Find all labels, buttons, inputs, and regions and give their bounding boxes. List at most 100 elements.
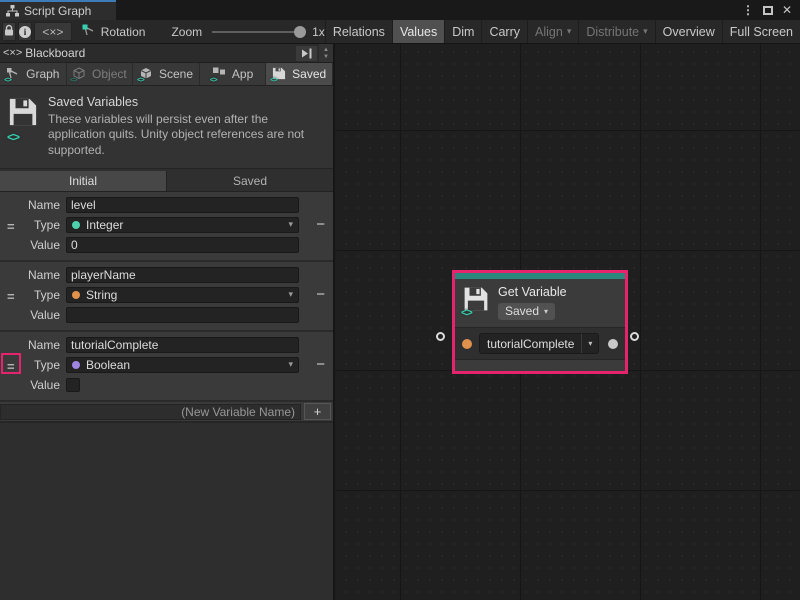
name-label: Name <box>0 338 66 352</box>
dock-panel-icon[interactable] <box>296 46 317 61</box>
window-controls: ⋮ ✕ <box>742 0 800 20</box>
code-preview-button[interactable]: <×> <box>34 22 72 41</box>
drag-handle-icon[interactable]: = <box>7 219 15 234</box>
overview-button[interactable]: Overview <box>655 20 722 43</box>
lock-button[interactable] <box>2 22 16 41</box>
remove-variable-button[interactable]: − <box>316 357 325 372</box>
remove-variable-button[interactable]: − <box>316 287 325 302</box>
tab-scene[interactable]: <> Scene <box>133 63 200 85</box>
value-output-port[interactable] <box>608 339 618 349</box>
chevron-down-icon: ▾ <box>643 26 648 37</box>
integer-type-dot <box>72 221 80 229</box>
angle-brackets-icon: <×> <box>3 47 22 59</box>
inspect-button[interactable]: i <box>18 22 32 41</box>
window-menu-icon[interactable]: ⋮ <box>742 3 754 17</box>
tab-graph[interactable]: <> Graph <box>0 63 67 85</box>
drag-handle-icon[interactable]: = <box>7 289 15 304</box>
maximize-icon[interactable] <box>763 6 773 15</box>
zoom-slider[interactable] <box>212 31 302 33</box>
variable-name-dropdown[interactable]: tutorialComplete ▾ <box>479 333 599 354</box>
scene-icon: <> <box>139 67 154 81</box>
title-bar: Script Graph ⋮ ✕ <box>0 0 800 20</box>
blackboard-header: <×> Blackboard ▲ ▼ <box>0 44 333 63</box>
node-output-port[interactable] <box>630 332 639 341</box>
variable-name-input[interactable] <box>66 197 299 213</box>
variable-name-port[interactable] <box>462 339 472 349</box>
scroll-up-icon[interactable]: ▲ <box>323 47 329 53</box>
get-variable-node[interactable]: <> Get Variable Saved ▾ tutorialComplete <box>452 270 628 374</box>
toolbar-toggles: Relations Values Dim Carry Align▾ Distri… <box>325 20 800 43</box>
zoom-value: 1x <box>312 25 325 39</box>
variable-type-dropdown[interactable]: String ▾ <box>66 287 299 303</box>
floppy-disk-icon: <> <box>272 67 287 81</box>
variable-value-input[interactable] <box>66 237 299 253</box>
script-graph-window: Script Graph ⋮ ✕ i <×> Rotation Zoom <box>0 0 800 600</box>
value-label: Value <box>0 308 66 322</box>
variable-name-input[interactable] <box>66 267 299 283</box>
name-label: Name <box>0 268 66 282</box>
tab-object[interactable]: <> Object <box>67 63 134 85</box>
new-variable-row: + <box>0 402 333 423</box>
node-header: <> Get Variable Saved ▾ <box>455 279 625 327</box>
relations-toggle[interactable]: Relations <box>325 20 392 43</box>
node-footer <box>455 360 625 371</box>
zoom-slider-knob[interactable] <box>294 26 306 38</box>
variable-name-input[interactable] <box>66 337 299 353</box>
value-label: Value <box>0 378 66 392</box>
variable-row-level: = Name Type Integer ▾ Value <box>0 192 333 262</box>
rotation-label: Rotation <box>101 25 146 39</box>
variable-scope-tabs: <> Graph <> Object <> Scene <box>0 63 333 86</box>
variable-type-dropdown[interactable]: Integer ▾ <box>66 217 299 233</box>
subtab-saved[interactable]: Saved <box>166 171 333 191</box>
tab-script-graph[interactable]: Script Graph <box>0 0 116 20</box>
add-variable-button[interactable]: + <box>304 403 331 420</box>
tab-app[interactable]: <> App <box>200 63 267 85</box>
node-input-port[interactable] <box>436 332 445 341</box>
chevron-down-icon: ▾ <box>567 26 572 37</box>
values-toggle[interactable]: Values <box>392 20 444 43</box>
lock-icon <box>3 24 15 40</box>
chevron-down-icon: ▾ <box>288 219 293 230</box>
variable-type-dropdown[interactable]: Boolean ▾ <box>66 357 299 373</box>
new-variable-name-input[interactable] <box>0 404 301 420</box>
rotation-control[interactable]: Rotation <box>82 24 146 40</box>
rotation-icon <box>82 24 95 40</box>
info-description: These variables will persist even after … <box>48 112 310 158</box>
chevron-down-icon: ▾ <box>581 334 598 353</box>
full-screen-button[interactable]: Full Screen <box>722 20 800 43</box>
distribute-menu[interactable]: Distribute▾ <box>578 20 654 43</box>
info-title: Saved Variables <box>48 95 325 109</box>
app-grid-icon: <> <box>212 67 227 81</box>
zoom-label: Zoom <box>171 25 202 39</box>
blackboard-panel: <×> Blackboard ▲ ▼ <> Graph <box>0 44 335 600</box>
graph-canvas[interactable]: <> Get Variable Saved ▾ tutorialComplete <box>335 44 800 600</box>
zoom-control: Zoom 1x <box>171 25 324 39</box>
remove-variable-button[interactable]: − <box>316 217 325 232</box>
close-icon[interactable]: ✕ <box>782 3 792 17</box>
carry-toggle[interactable]: Carry <box>481 20 527 43</box>
floppy-disk-icon: <> <box>463 286 489 315</box>
saved-variables-info: <> Saved Variables These variables will … <box>0 86 333 169</box>
chevron-down-icon: ▾ <box>288 289 293 300</box>
cube-icon: <> <box>72 67 87 81</box>
dim-toggle[interactable]: Dim <box>444 20 481 43</box>
graph-toolbar: i <×> Rotation Zoom 1x Relations Values … <box>0 20 800 44</box>
blackboard-title: Blackboard <box>25 46 85 60</box>
variable-value-input[interactable] <box>66 307 299 323</box>
value-mode-tabs: Initial Saved <box>0 171 333 192</box>
variable-row-playername: = Name Type String ▾ Value <box>0 262 333 332</box>
chevron-down-icon: ▾ <box>544 307 548 316</box>
scroll-down-icon[interactable]: ▼ <box>323 54 329 60</box>
chevron-down-icon: ▾ <box>288 359 293 370</box>
blackboard-empty-area <box>0 423 333 600</box>
subtab-initial[interactable]: Initial <box>0 171 166 191</box>
graph-icon: <> <box>6 67 21 81</box>
variable-value-checkbox[interactable] <box>66 378 80 392</box>
align-menu[interactable]: Align▾ <box>527 20 578 43</box>
tab-saved[interactable]: <> Saved <box>266 63 333 85</box>
string-type-dot <box>72 291 80 299</box>
panel-scroll-arrows[interactable]: ▲ ▼ <box>319 44 333 62</box>
variable-scope-dropdown[interactable]: Saved ▾ <box>498 303 555 320</box>
graph-tree-icon <box>6 5 19 17</box>
drag-handle-icon[interactable]: = <box>7 359 15 374</box>
